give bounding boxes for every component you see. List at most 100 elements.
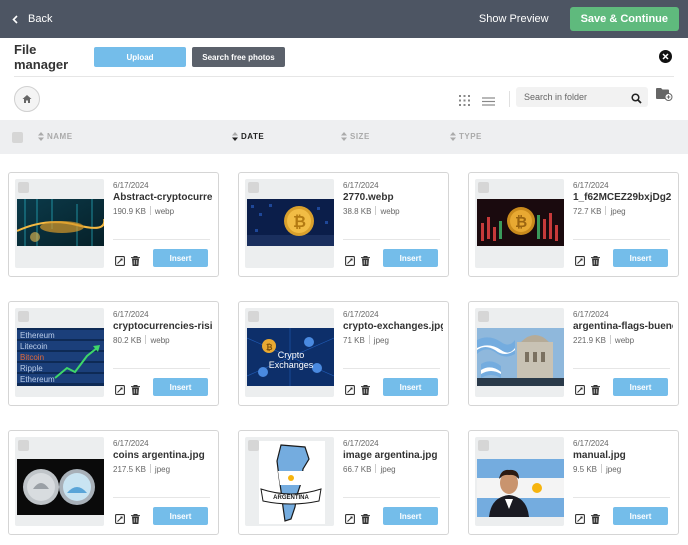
file-thumbnail[interactable]: ₿	[475, 179, 564, 268]
insert-button[interactable]: Insert	[613, 249, 668, 267]
meta-divider	[368, 335, 370, 344]
file-size: 217.5 KB	[113, 465, 146, 474]
file-checkbox[interactable]	[478, 182, 489, 193]
file-thumbnail[interactable]: ARGENTINA	[245, 437, 334, 526]
edit-image-icon[interactable]	[115, 382, 125, 400]
show-preview-button[interactable]: Show Preview	[479, 13, 549, 25]
new-folder-icon[interactable]	[656, 87, 673, 106]
insert-button[interactable]: Insert	[153, 507, 208, 525]
close-icon[interactable]	[659, 50, 672, 63]
delete-icon[interactable]	[131, 511, 140, 529]
file-checkbox[interactable]	[478, 440, 489, 451]
column-size[interactable]: SIZE	[341, 132, 370, 141]
insert-button[interactable]: Insert	[153, 249, 208, 267]
edit-image-icon[interactable]	[575, 511, 585, 529]
file-checkbox[interactable]	[18, 440, 29, 451]
meta-divider	[609, 335, 611, 344]
grid-view-icon[interactable]	[459, 93, 470, 111]
file-card: ARGENTINA 6/17/2024 image argentina.jpg …	[238, 430, 449, 535]
select-all-checkbox[interactable]	[12, 131, 23, 143]
search-free-photos-button[interactable]: Search free photos	[192, 47, 285, 67]
edit-image-icon[interactable]	[345, 253, 355, 271]
file-type: webp	[150, 336, 170, 345]
column-type-label: TYPE	[459, 132, 482, 141]
file-thumbnail[interactable]	[475, 437, 564, 526]
svg-text:₿: ₿	[515, 213, 527, 231]
save-continue-button[interactable]: Save & Continue	[569, 7, 679, 31]
insert-button[interactable]: Insert	[383, 249, 438, 267]
edit-image-icon[interactable]	[115, 511, 125, 529]
file-checkbox[interactable]	[248, 182, 259, 193]
delete-icon[interactable]	[361, 511, 370, 529]
card-divider	[573, 239, 670, 240]
file-thumbnail[interactable]: Ethereum Litecoin Bitcoin Ripple Ethereu…	[15, 308, 104, 397]
meta-divider	[601, 464, 603, 473]
delete-icon[interactable]	[131, 253, 140, 271]
insert-button[interactable]: Insert	[613, 378, 668, 396]
file-date: 6/17/2024	[573, 439, 609, 448]
thumb-map-banner: ARGENTINA	[273, 495, 309, 501]
edit-image-icon[interactable]	[575, 253, 585, 271]
meta-divider	[145, 335, 147, 344]
delete-icon[interactable]	[361, 253, 370, 271]
card-divider	[113, 368, 210, 369]
file-meta: 217.5 KB jpeg	[113, 464, 213, 474]
delete-icon[interactable]	[591, 382, 600, 400]
edit-image-icon[interactable]	[575, 382, 585, 400]
file-thumbnail[interactable]	[475, 308, 564, 397]
file-info: 6/17/2024 manual.jpg 9.5 KB jpeg	[573, 439, 673, 474]
home-button[interactable]	[14, 85, 40, 112]
file-meta: 80.2 KB webp	[113, 335, 213, 345]
file-thumbnail[interactable]	[15, 179, 104, 268]
column-type[interactable]: TYPE	[450, 132, 482, 141]
delete-icon[interactable]	[591, 253, 600, 271]
file-checkbox[interactable]	[248, 440, 259, 451]
file-actions	[115, 511, 140, 529]
file-checkbox[interactable]	[478, 311, 489, 322]
edit-image-icon[interactable]	[115, 253, 125, 271]
thumb-image-map: ARGENTINA	[247, 441, 334, 524]
file-checkbox[interactable]	[248, 311, 259, 322]
column-name[interactable]: NAME	[38, 132, 73, 141]
file-name: coins argentina.jpg	[113, 450, 205, 461]
file-meta: 66.7 KB jpeg	[343, 464, 443, 474]
insert-button[interactable]: Insert	[383, 507, 438, 525]
chevron-left-icon	[12, 14, 18, 24]
card-divider	[573, 497, 670, 498]
card-divider	[343, 497, 440, 498]
thumb-exchanges-line2: Exchanges	[269, 360, 314, 370]
search-icon[interactable]	[631, 91, 642, 109]
back-button[interactable]: Back	[12, 13, 52, 25]
file-thumbnail[interactable]: ₿	[245, 179, 334, 268]
edit-image-icon[interactable]	[345, 382, 355, 400]
file-checkbox[interactable]	[18, 311, 29, 322]
file-card: 6/17/2024 manual.jpg 9.5 KB jpeg Insert	[468, 430, 679, 535]
file-actions	[115, 253, 140, 271]
file-actions	[575, 253, 600, 271]
search-box	[516, 87, 648, 107]
file-info: 6/17/2024 2770.webp 38.8 KB webp	[343, 181, 443, 216]
file-size: 38.8 KB	[343, 207, 372, 216]
delete-icon[interactable]	[131, 382, 140, 400]
file-meta: 71 KB jpeg	[343, 335, 443, 345]
file-thumbnail[interactable]	[15, 437, 104, 526]
edit-image-icon[interactable]	[345, 511, 355, 529]
thumb-image-exchanges: ₿ Crypto Exchanges	[247, 328, 334, 386]
thumb-text-0: Ethereum	[20, 331, 55, 340]
file-thumbnail[interactable]: ₿ Crypto Exchanges	[245, 308, 334, 397]
upload-button[interactable]: Upload	[94, 47, 186, 67]
delete-icon[interactable]	[591, 511, 600, 529]
search-input[interactable]	[524, 92, 624, 102]
delete-icon[interactable]	[361, 382, 370, 400]
list-view-icon[interactable]	[482, 93, 495, 111]
column-date[interactable]: DATE	[232, 132, 264, 141]
file-checkbox[interactable]	[18, 182, 29, 193]
meta-divider	[149, 464, 151, 473]
file-name: manual.jpg	[573, 450, 626, 461]
insert-button[interactable]: Insert	[613, 507, 668, 525]
file-info: 6/17/2024 cryptocurrencies-rising 80.2 K…	[113, 310, 213, 345]
insert-button[interactable]: Insert	[383, 378, 438, 396]
file-card: 6/17/2024 coins argentina.jpg 217.5 KB jp…	[8, 430, 219, 535]
file-actions	[345, 511, 370, 529]
insert-button[interactable]: Insert	[153, 378, 208, 396]
